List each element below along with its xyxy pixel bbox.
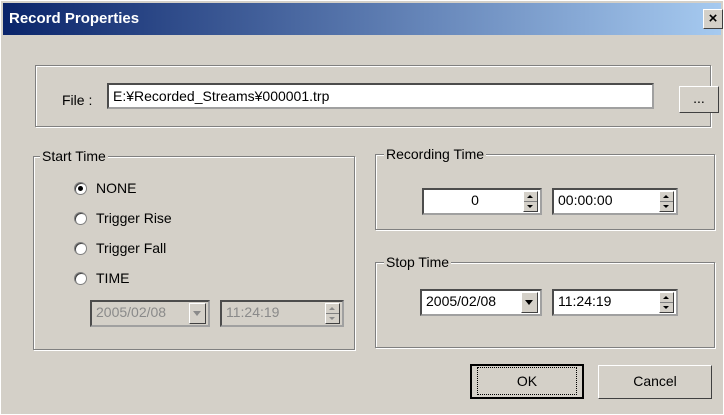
- arrow-up-icon: [329, 307, 335, 310]
- radio-trigger-fall-label[interactable]: Trigger Fall: [96, 240, 166, 256]
- arrow-down-icon: [527, 204, 533, 208]
- arrow-up-icon: [663, 195, 669, 198]
- recording-time-legend: Recording Time: [384, 146, 487, 162]
- file-path-field[interactable]: E:¥Recorded_Streams¥000001.trp: [107, 83, 654, 109]
- chevron-down-icon: [193, 311, 201, 316]
- radio-time-label[interactable]: TIME: [96, 270, 129, 286]
- stop-time-spinbox[interactable]: 11:24:19: [552, 289, 678, 316]
- stop-time-legend: Stop Time: [384, 254, 452, 270]
- radio-none[interactable]: [74, 182, 87, 195]
- spin-up[interactable]: [660, 192, 673, 202]
- recording-duration-value: 00:00:00: [558, 192, 613, 208]
- recording-duration-spinner[interactable]: [659, 191, 674, 212]
- recording-time-group: Recording Time 0 00:00:00: [375, 146, 715, 230]
- radio-trigger-rise-label[interactable]: Trigger Rise: [96, 210, 172, 226]
- arrow-down-icon: [663, 204, 669, 208]
- arrow-down-icon: [663, 305, 669, 309]
- start-time-spinner[interactable]: [325, 303, 340, 324]
- close-button[interactable]: ×: [703, 9, 723, 29]
- radio-none-label[interactable]: NONE: [96, 180, 136, 196]
- spin-down[interactable]: [660, 202, 673, 212]
- file-frame: File : E:¥Recorded_Streams¥000001.trp ..…: [35, 65, 719, 127]
- browse-button[interactable]: ...: [679, 86, 719, 113]
- start-time-value: 11:24:19: [226, 304, 280, 320]
- spin-up[interactable]: [326, 304, 339, 314]
- start-time-legend: Start Time: [40, 148, 108, 164]
- stop-date-combo[interactable]: 2005/02/08: [420, 289, 542, 316]
- stop-time-spinner[interactable]: [659, 292, 674, 313]
- start-time-spinbox[interactable]: 11:24:19: [220, 300, 344, 327]
- start-date-combo[interactable]: 2005/02/08: [90, 300, 210, 327]
- start-date-dropdown-button[interactable]: [189, 303, 206, 324]
- spin-down[interactable]: [326, 314, 339, 324]
- recording-count-value: 0: [471, 192, 479, 208]
- recording-count-spinner[interactable]: [523, 191, 538, 212]
- spin-up[interactable]: [660, 293, 673, 303]
- stop-date-dropdown-button[interactable]: [521, 292, 538, 313]
- cancel-button[interactable]: Cancel: [598, 365, 712, 399]
- radio-time[interactable]: [74, 272, 87, 285]
- stop-time-value: 11:24:19: [558, 293, 612, 309]
- start-time-group: Start Time NONE Trigger Rise Trigger Fal…: [33, 148, 355, 350]
- chevron-down-icon: [525, 300, 533, 305]
- spin-up[interactable]: [524, 192, 537, 202]
- title-bar[interactable]: Record Properties ×: [3, 3, 723, 35]
- arrow-up-icon: [527, 195, 533, 198]
- radio-trigger-rise[interactable]: [74, 212, 87, 225]
- arrow-up-icon: [663, 296, 669, 299]
- recording-count-spinbox[interactable]: 0: [422, 188, 542, 215]
- stop-time-group: Stop Time 2005/02/08 11:24:19: [375, 254, 715, 348]
- start-date-value: 2005/02/08: [96, 304, 167, 320]
- record-properties-dialog: Record Properties × File : E:¥Recorded_S…: [0, 0, 724, 415]
- file-label: File :: [62, 92, 93, 108]
- stop-date-value: 2005/02/08: [426, 293, 497, 309]
- spin-down[interactable]: [524, 202, 537, 212]
- radio-trigger-fall[interactable]: [74, 242, 87, 255]
- ok-button[interactable]: OK: [470, 364, 584, 399]
- window-title: Record Properties: [9, 10, 140, 27]
- arrow-down-icon: [329, 316, 335, 320]
- ok-button-label: OK: [476, 367, 578, 395]
- recording-duration-spinbox[interactable]: 00:00:00: [552, 188, 678, 215]
- spin-down[interactable]: [660, 303, 673, 313]
